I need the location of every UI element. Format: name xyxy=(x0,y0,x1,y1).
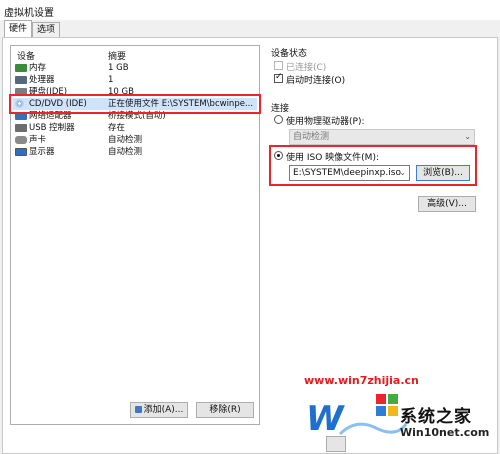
advanced-button[interactable]: 高级(V)... xyxy=(418,196,476,212)
processor-icon xyxy=(15,76,27,84)
physical-drive-select[interactable]: 自动检测 ⌄ xyxy=(289,129,475,145)
device-name: 声卡 xyxy=(29,135,47,145)
usb-icon xyxy=(15,124,27,132)
chevron-down-icon: ⌄ xyxy=(464,132,471,141)
display-icon xyxy=(15,148,27,156)
title-bar: 虚拟机设置 xyxy=(0,0,500,20)
device-row-sound-card[interactable]: 声卡 自动检测 xyxy=(13,134,257,146)
window-title: 虚拟机设置 xyxy=(4,8,54,19)
memory-icon xyxy=(15,64,27,72)
cd-dvd-highlight-box xyxy=(9,94,261,114)
tab-options[interactable]: 选项 xyxy=(32,22,61,37)
device-summary: 1 xyxy=(108,75,114,85)
tab-hardware[interactable]: 硬件 xyxy=(4,20,33,38)
logo-square-blue xyxy=(376,406,386,416)
watermark-brand-url: Win10net.com xyxy=(400,426,490,439)
connection-label: 连接 xyxy=(271,104,290,114)
column-header-summary[interactable]: 摘要 xyxy=(108,49,126,62)
device-summary: 1 GB xyxy=(108,63,129,73)
watermark-swoosh xyxy=(338,422,408,436)
logo-square-red xyxy=(376,394,386,404)
device-row-processor[interactable]: 处理器 1 xyxy=(13,74,257,86)
physical-drive-value: 自动检测 xyxy=(293,132,330,142)
physical-drive-radio[interactable] xyxy=(274,115,283,124)
column-header-device[interactable]: 设备 xyxy=(17,49,35,62)
remove-button[interactable]: 移除(R) xyxy=(196,402,254,418)
sound-card-icon xyxy=(15,136,27,144)
add-button[interactable]: 添加(A)... xyxy=(130,402,188,418)
device-row-memory[interactable]: 内存 1 GB xyxy=(13,62,257,74)
device-summary: 自动检测 xyxy=(108,135,143,145)
device-name: 显示器 xyxy=(29,147,55,157)
device-name: 处理器 xyxy=(29,75,55,85)
connected-checkbox[interactable] xyxy=(274,61,283,70)
device-name: 内存 xyxy=(29,63,47,73)
connected-label: 已连接(C) xyxy=(286,63,327,73)
physical-drive-label: 使用物理驱动器(P): xyxy=(286,117,365,127)
add-button-label: 添加(A)... xyxy=(143,405,184,415)
device-summary: 存在 xyxy=(108,123,126,133)
device-status-label: 设备状态 xyxy=(271,49,308,59)
watermark-brand: 系统之家 xyxy=(400,407,472,427)
connect-at-power-on-checkbox[interactable] xyxy=(274,72,283,83)
tab-strip: 硬件 选项 xyxy=(0,20,500,38)
shield-icon xyxy=(134,406,142,413)
device-name: USB 控制器 xyxy=(29,123,75,133)
watermark-url: www.win7zhijia.cn xyxy=(304,374,419,387)
iso-highlight-box xyxy=(269,145,477,186)
logo-square-yellow xyxy=(388,406,398,416)
connect-at-power-on-label: 启动时连接(O) xyxy=(286,76,346,86)
device-row-usb-controller[interactable]: USB 控制器 存在 xyxy=(13,122,257,134)
device-summary: 自动检测 xyxy=(108,147,143,157)
device-row-display[interactable]: 显示器 自动检测 xyxy=(13,146,257,158)
logo-square-green xyxy=(388,394,398,404)
